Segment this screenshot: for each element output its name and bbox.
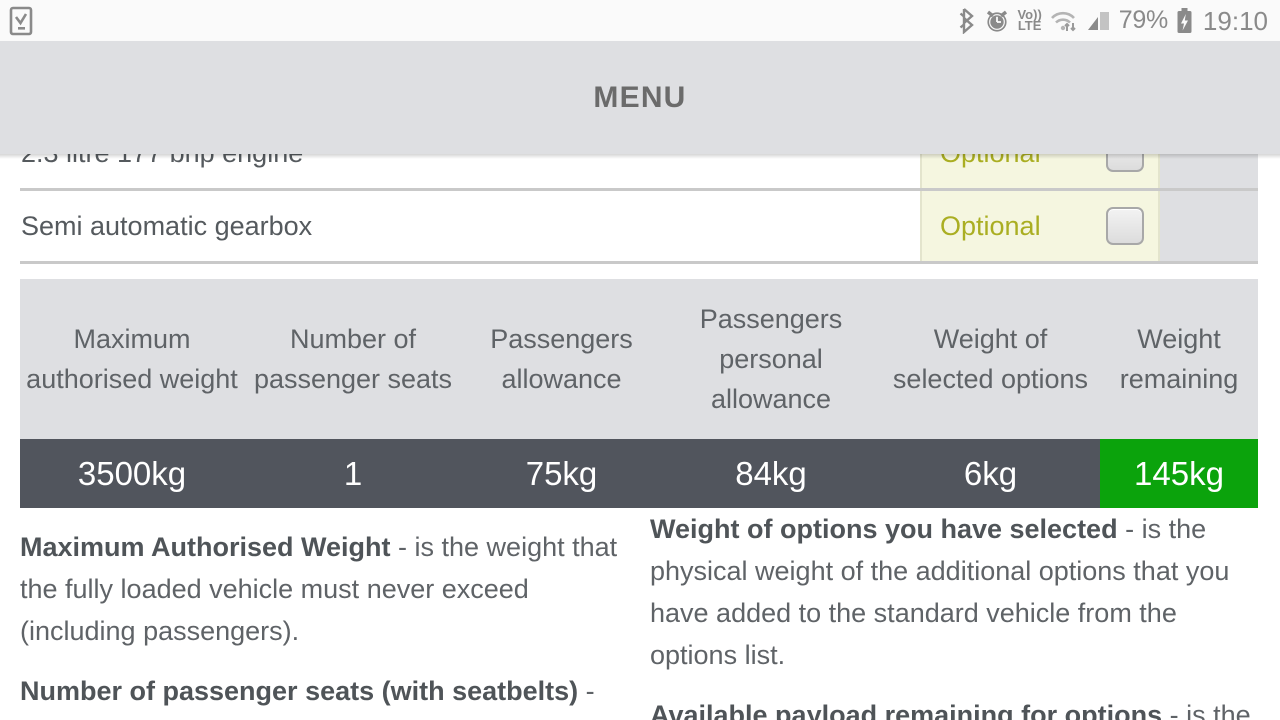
weight-value: 6kg bbox=[881, 439, 1100, 508]
battery-charging-icon bbox=[1175, 7, 1194, 35]
column-header: Weight of selected options bbox=[892, 324, 1089, 394]
options-table: 2.3 litre 177 bhp engine Optional Semi a… bbox=[20, 154, 1258, 264]
column-header: Passengers personal allowance bbox=[699, 304, 843, 414]
alarm-clock-icon bbox=[984, 7, 1010, 34]
explanation-term: Number of passenger seats (with seatbelt… bbox=[20, 676, 579, 706]
explanation-body: - is the bbox=[1162, 700, 1251, 720]
explanations-left-column: Maximum Authorised Weight - is the weigh… bbox=[20, 526, 620, 720]
status-bar-indicators: Vo)) LTE 79% 19:10 bbox=[959, 0, 1268, 41]
explanations-right-column: Weight of options you have selected - is… bbox=[650, 508, 1255, 720]
weights-table-value-row: 3500kg 1 75kg 84kg 6kg 145kg bbox=[20, 439, 1258, 508]
row-gutter bbox=[1160, 191, 1258, 261]
table-row[interactable]: Semi automatic gearbox Optional bbox=[20, 191, 1258, 264]
column-header: Maximum authorised weight bbox=[26, 324, 238, 394]
explanation-term: Weight of options you have selected bbox=[650, 514, 1118, 544]
weight-value: 3500kg bbox=[20, 439, 244, 508]
explanation-paragraph: Available payload remaining for options … bbox=[650, 694, 1255, 720]
android-status-bar: Vo)) LTE 79% 19:10 bbox=[0, 0, 1280, 41]
option-checkbox[interactable] bbox=[1106, 207, 1144, 245]
cellular-signal-icon bbox=[1086, 7, 1112, 34]
battery-percent-label: 79% bbox=[1118, 6, 1168, 34]
scroll-content[interactable]: 2.3 litre 177 bhp engine Optional Semi a… bbox=[0, 154, 1280, 720]
explanation-term: Available payload remaining for options bbox=[650, 700, 1163, 720]
bluetooth-icon bbox=[959, 7, 977, 34]
volte-icon: Vo)) LTE bbox=[1017, 6, 1042, 33]
explanation-paragraph: Maximum Authorised Weight - is the weigh… bbox=[20, 526, 620, 652]
weight-remaining-value: 145kg bbox=[1100, 439, 1258, 508]
weight-value: 84kg bbox=[661, 439, 881, 508]
option-name: Semi automatic gearbox bbox=[21, 210, 313, 241]
weight-value: 1 bbox=[244, 439, 462, 508]
page-title: MENU bbox=[593, 80, 687, 114]
table-row[interactable]: 2.3 litre 177 bhp engine Optional bbox=[20, 154, 1258, 191]
option-status-cell[interactable]: Optional bbox=[920, 191, 1160, 261]
status-bar-notifications bbox=[0, 6, 34, 36]
wifi-icon bbox=[1049, 7, 1079, 34]
weights-summary-table: Maximum authorised weight Number of pass… bbox=[20, 279, 1258, 508]
weight-value: 75kg bbox=[462, 439, 661, 508]
form-checklist-icon bbox=[8, 6, 34, 36]
column-header: Passengers allowance bbox=[490, 324, 633, 394]
app-header-bar: MENU bbox=[0, 41, 1280, 154]
option-status-cell[interactable]: Optional bbox=[920, 154, 1160, 188]
option-status-label: Optional bbox=[940, 210, 1041, 241]
explanation-paragraph: Weight of options you have selected - is… bbox=[650, 508, 1255, 676]
option-status-label: Optional bbox=[940, 154, 1041, 169]
column-header: Number of passenger seats bbox=[253, 324, 453, 394]
row-gutter bbox=[1160, 154, 1258, 188]
status-bar-clock: 19:10 bbox=[1202, 5, 1268, 36]
explanation-term: Maximum Authorised Weight bbox=[20, 532, 391, 562]
column-header: Weight remaining bbox=[1119, 324, 1239, 394]
explanation-paragraph: Number of passenger seats (with seatbelt… bbox=[20, 670, 620, 720]
option-checkbox[interactable] bbox=[1106, 154, 1144, 172]
option-name: 2.3 litre 177 bhp engine bbox=[20, 154, 920, 188]
weights-table-header-row: Maximum authorised weight Number of pass… bbox=[20, 279, 1258, 439]
